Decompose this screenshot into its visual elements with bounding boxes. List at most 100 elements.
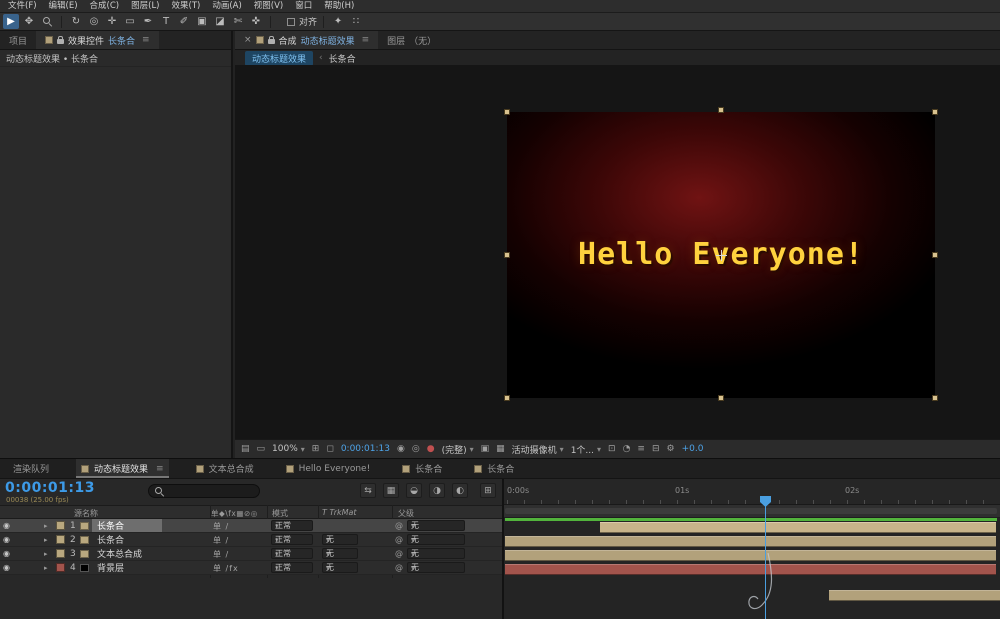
layer-bar-fragment[interactable] bbox=[829, 590, 1000, 601]
tab-effect-controls[interactable]: 效果控件 长条合 ≡ bbox=[36, 31, 159, 49]
rotate-tool[interactable]: ↻ bbox=[68, 14, 84, 29]
comp-canvas[interactable]: Hello Everyone! bbox=[504, 107, 938, 401]
eye-icon[interactable]: ◉ bbox=[3, 549, 10, 558]
column-parent[interactable]: 父级 bbox=[398, 508, 414, 519]
layer-name[interactable]: 长条合 bbox=[92, 533, 162, 546]
layer-switches[interactable]: 单 / bbox=[213, 521, 229, 532]
parent-select[interactable]: 无 bbox=[407, 520, 465, 531]
selection-handle[interactable] bbox=[932, 395, 938, 401]
column-source-name[interactable]: 源名称 bbox=[74, 508, 98, 519]
label-color-swatch[interactable] bbox=[56, 521, 65, 530]
pen-tool[interactable]: ✒ bbox=[140, 14, 156, 29]
tab-timeline-comp-5[interactable]: 长条合 bbox=[469, 459, 519, 478]
tab-render-queue[interactable]: 渲染队列 bbox=[8, 459, 54, 478]
tab-layer-panel[interactable]: 图层 （无） bbox=[378, 31, 445, 49]
grid-icon[interactable]: ∷ bbox=[348, 14, 364, 29]
exposure-value[interactable]: +0.0 bbox=[682, 444, 704, 454]
blend-mode-select[interactable]: 正常 bbox=[271, 548, 313, 559]
layer-row-4[interactable]: ◉ ▸ 4 背景层 单 /fx 正常 无 @ 无 bbox=[0, 561, 502, 575]
eye-icon[interactable]: ◉ bbox=[3, 521, 10, 530]
anchor-point[interactable] bbox=[716, 250, 727, 261]
mask-visibility-icon[interactable]: ◻ bbox=[326, 444, 333, 454]
channels-icon[interactable]: ● bbox=[427, 444, 435, 454]
tab-timeline-comp-2[interactable]: 文本总合成 bbox=[191, 459, 259, 478]
pickwhip-icon[interactable]: @ bbox=[395, 535, 403, 544]
twirl-icon[interactable]: ▸ bbox=[44, 522, 48, 530]
twirl-icon[interactable]: ▸ bbox=[44, 536, 48, 544]
eraser-tool[interactable]: ◪ bbox=[212, 14, 228, 29]
panel-menu-icon[interactable]: ≡ bbox=[362, 35, 370, 45]
draft-3d-icon[interactable]: ▦ bbox=[383, 483, 399, 498]
type-tool[interactable]: T bbox=[158, 14, 174, 29]
layer-row-2[interactable]: ◉ ▸ 2 长条合 单 / 正常 无 @ 无 bbox=[0, 533, 502, 547]
layer-name[interactable]: 长条合 bbox=[92, 519, 162, 532]
preview-timecode[interactable]: 0:00:01:13 bbox=[341, 444, 390, 454]
puppet-pin-tool[interactable]: ✜ bbox=[248, 14, 264, 29]
column-mode[interactable]: 模式 bbox=[272, 508, 288, 519]
view-layout-select[interactable]: 1个... bbox=[571, 443, 601, 456]
blend-mode-select[interactable]: 正常 bbox=[271, 520, 313, 531]
snapshot-icon[interactable]: ◉ bbox=[397, 444, 405, 454]
column-trkmat[interactable]: T TrkMat bbox=[322, 508, 357, 517]
tab-project[interactable]: 项目 bbox=[0, 31, 36, 49]
layer-switches[interactable]: 单 / bbox=[213, 535, 229, 546]
brush-tool[interactable]: ✐ bbox=[176, 14, 192, 29]
close-icon[interactable]: × bbox=[244, 35, 252, 45]
menu-item-edit[interactable]: 编辑(E) bbox=[43, 0, 84, 13]
align-toggle[interactable]: 对齐 bbox=[287, 15, 317, 28]
work-area-indicator[interactable] bbox=[505, 518, 997, 521]
transparency-grid-icon[interactable]: ▦ bbox=[496, 444, 505, 454]
snapping-icon[interactable]: ✦ bbox=[330, 14, 346, 29]
menu-item-layer[interactable]: 图层(L) bbox=[125, 0, 165, 13]
menu-item-file[interactable]: 文件(F) bbox=[2, 0, 43, 13]
comp-viewer[interactable]: Hello Everyone! bbox=[235, 65, 1000, 440]
label-color-swatch[interactable] bbox=[56, 549, 65, 558]
layer-bar-2[interactable] bbox=[505, 536, 996, 547]
parent-select[interactable]: 无 bbox=[407, 562, 465, 573]
tab-timeline-active-comp[interactable]: 动态标题效果 ≡ bbox=[76, 459, 169, 478]
menu-item-help[interactable]: 帮助(H) bbox=[318, 0, 360, 13]
eye-icon[interactable]: ◉ bbox=[3, 563, 10, 572]
parent-select[interactable]: 无 bbox=[407, 534, 465, 545]
menu-item-animation[interactable]: 动画(A) bbox=[206, 0, 247, 13]
search-input[interactable] bbox=[168, 486, 248, 496]
show-snapshot-icon[interactable]: ◎ bbox=[412, 444, 420, 454]
layer-row-3[interactable]: ◉ ▸ 3 文本总合成 单 / 正常 无 @ 无 bbox=[0, 547, 502, 561]
menu-item-view[interactable]: 视图(V) bbox=[248, 0, 289, 13]
twirl-icon[interactable]: ▸ bbox=[44, 550, 48, 558]
layer-row-1[interactable]: ◉ ▸ 1 长条合 单 / 正常 @ 无 bbox=[0, 519, 502, 533]
shape-tool[interactable]: ▭ bbox=[122, 14, 138, 29]
trkmat-select[interactable]: 无 bbox=[322, 534, 358, 545]
track-area[interactable]: 0:00s 01s 02s bbox=[504, 479, 1000, 619]
primary-viewer-icon[interactable]: ▭ bbox=[257, 444, 266, 454]
panel-menu-icon[interactable]: ≡ bbox=[142, 35, 150, 45]
timeline-search[interactable] bbox=[148, 484, 260, 498]
work-area-bar[interactable] bbox=[505, 508, 997, 514]
hand-tool[interactable]: ✥ bbox=[21, 14, 37, 29]
fast-previews-icon[interactable]: ◔ bbox=[623, 444, 631, 454]
selection-handle[interactable] bbox=[718, 395, 724, 401]
layer-switches[interactable]: 单 / bbox=[213, 549, 229, 560]
always-preview-icon[interactable]: ▤ bbox=[241, 444, 250, 454]
clone-stamp-tool[interactable]: ▣ bbox=[194, 14, 210, 29]
breadcrumb-active-comp[interactable]: 动态标题效果 bbox=[245, 50, 314, 66]
pickwhip-icon[interactable]: @ bbox=[395, 521, 403, 530]
selection-handle[interactable] bbox=[718, 107, 724, 113]
frame-blend-icon[interactable]: ◑ bbox=[429, 483, 445, 498]
label-color-swatch[interactable] bbox=[56, 563, 65, 572]
graph-editor-icon[interactable]: ⊞ bbox=[480, 483, 496, 498]
layer-switches[interactable]: 单 /fx bbox=[213, 563, 239, 574]
exposure-gear-icon[interactable]: ⚙ bbox=[667, 444, 675, 454]
tab-timeline-comp-4[interactable]: 长条合 bbox=[397, 459, 447, 478]
timeline-icon[interactable]: ≡ bbox=[637, 444, 645, 454]
pickwhip-icon[interactable]: @ bbox=[395, 563, 403, 572]
zoom-tool[interactable] bbox=[39, 14, 55, 29]
tab-composition[interactable]: × 合成 动态标题效果 ≡ bbox=[235, 31, 379, 49]
layer-bar-1[interactable] bbox=[600, 522, 996, 533]
trkmat-select[interactable]: 无 bbox=[322, 562, 358, 573]
layer-name[interactable]: 文本总合成 bbox=[92, 547, 162, 560]
flowchart-icon[interactable]: ⊟ bbox=[652, 444, 660, 454]
camera-select[interactable]: 活动摄像机 bbox=[512, 443, 564, 456]
magnification-select[interactable]: 100% bbox=[272, 444, 305, 454]
resolution-select[interactable]: (完整) bbox=[442, 443, 474, 456]
